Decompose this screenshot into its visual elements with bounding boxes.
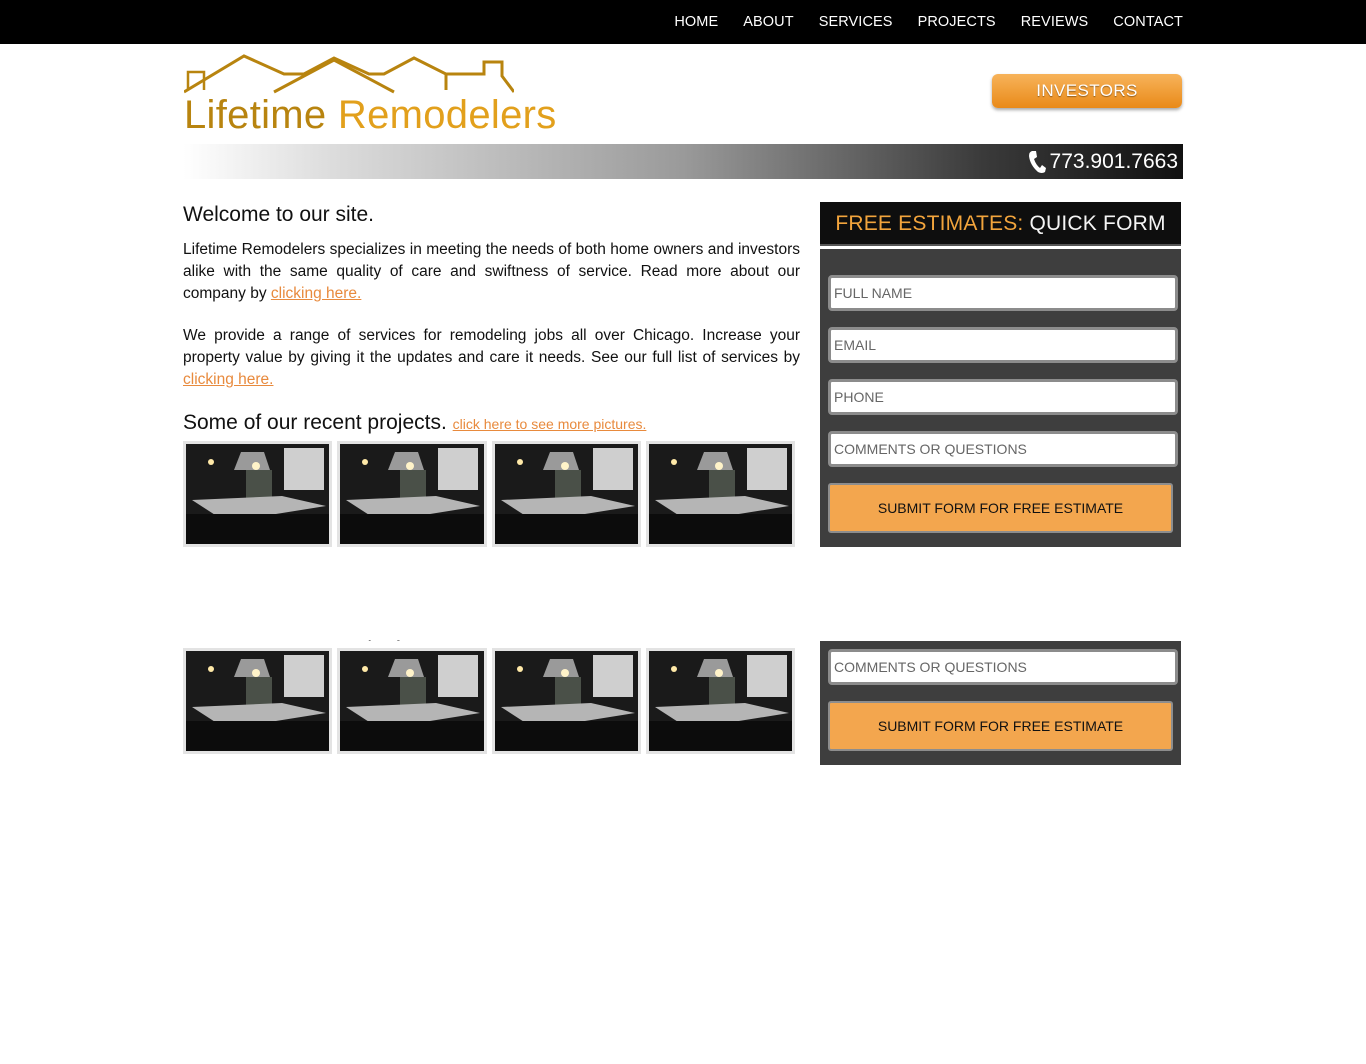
phone-number: 773.901.7663 xyxy=(1049,149,1178,173)
project-thumbnail[interactable] xyxy=(645,441,795,547)
free-estimates-label: FREE ESTIMATES: xyxy=(835,212,1024,235)
submit-button[interactable]: SUBMIT FORM FOR FREE ESTIMATE xyxy=(828,701,1173,751)
project-thumbnail[interactable] xyxy=(645,648,795,754)
projects-section: Some of our recent projects. click here … xyxy=(183,411,800,547)
quick-form-label: QUICK FORM xyxy=(1029,212,1166,235)
nav-reviews[interactable]: REVIEWS xyxy=(1021,14,1089,30)
about-link[interactable]: clicking here. xyxy=(271,285,361,302)
investors-button[interactable]: INVESTORS xyxy=(992,74,1182,108)
project-thumbnail[interactable] xyxy=(491,648,641,754)
main-nav: HOME ABOUT SERVICES PROJECTS REVIEWS CON… xyxy=(649,0,1183,44)
logo-word-lifetime: Lifetime xyxy=(184,93,327,137)
services-link[interactable]: clicking here. xyxy=(183,371,273,388)
quick-form-duplicate: COMMENTS OR QUESTIONS SUBMIT FORM FOR FR… xyxy=(820,641,1181,765)
quick-form-title: FREE ESTIMATES: QUICK FORM xyxy=(820,202,1181,246)
main-content: Welcome to our site. Lifetime Remodelers… xyxy=(183,200,800,547)
phone-banner: 773.901.7663 xyxy=(183,144,1183,179)
logo-word-remodelers: Remodelers xyxy=(337,93,557,137)
project-thumbnail[interactable] xyxy=(337,441,487,547)
nav-services[interactable]: SERVICES xyxy=(819,14,893,30)
comments-field[interactable]: COMMENTS OR QUESTIONS xyxy=(828,431,1178,467)
render-clip-mask xyxy=(0,620,1366,640)
project-thumbnail[interactable] xyxy=(183,648,333,754)
comments-field[interactable]: COMMENTS OR QUESTIONS xyxy=(828,649,1178,685)
full-name-field[interactable]: FULL NAME xyxy=(828,275,1178,311)
nav-projects[interactable]: PROJECTS xyxy=(918,14,996,30)
project-thumbnail[interactable] xyxy=(491,441,641,547)
quick-form: FULL NAME EMAIL PHONE COMMENTS OR QUESTI… xyxy=(820,249,1181,547)
top-nav-bar: HOME ABOUT SERVICES PROJECTS REVIEWS CON… xyxy=(0,0,1366,44)
services-text: We provide a range of services for remod… xyxy=(183,327,800,366)
roof-icon xyxy=(184,54,514,94)
email-field[interactable]: EMAIL xyxy=(828,327,1178,363)
projects-title: Some of our recent projects. xyxy=(183,411,447,434)
phone-field[interactable]: PHONE xyxy=(828,379,1178,415)
submit-button[interactable]: SUBMIT FORM FOR FREE ESTIMATE xyxy=(828,483,1173,533)
projects-heading: Some of our recent projects. click here … xyxy=(183,411,800,435)
services-paragraph: We provide a range of services for remod… xyxy=(183,325,800,391)
project-thumbnails-duplicate xyxy=(183,648,800,754)
site-logo[interactable]: Lifetime Remodelers xyxy=(184,52,574,138)
welcome-heading: Welcome to our site. xyxy=(183,203,375,226)
logo-text: Lifetime Remodelers xyxy=(184,93,557,138)
nav-contact[interactable]: CONTACT xyxy=(1113,14,1183,30)
intro-paragraph: Lifetime Remodelers specializes in meeti… xyxy=(183,239,800,305)
nav-home[interactable]: HOME xyxy=(674,14,718,30)
phone-number-group[interactable]: 773.901.7663 xyxy=(1028,144,1178,179)
more-pictures-link[interactable]: click here to see more pictures. xyxy=(453,416,647,432)
project-thumbnail[interactable] xyxy=(183,441,333,547)
phone-icon xyxy=(1028,150,1046,173)
nav-about[interactable]: ABOUT xyxy=(743,14,793,30)
project-thumbnail[interactable] xyxy=(337,648,487,754)
project-thumbnails xyxy=(183,441,800,547)
